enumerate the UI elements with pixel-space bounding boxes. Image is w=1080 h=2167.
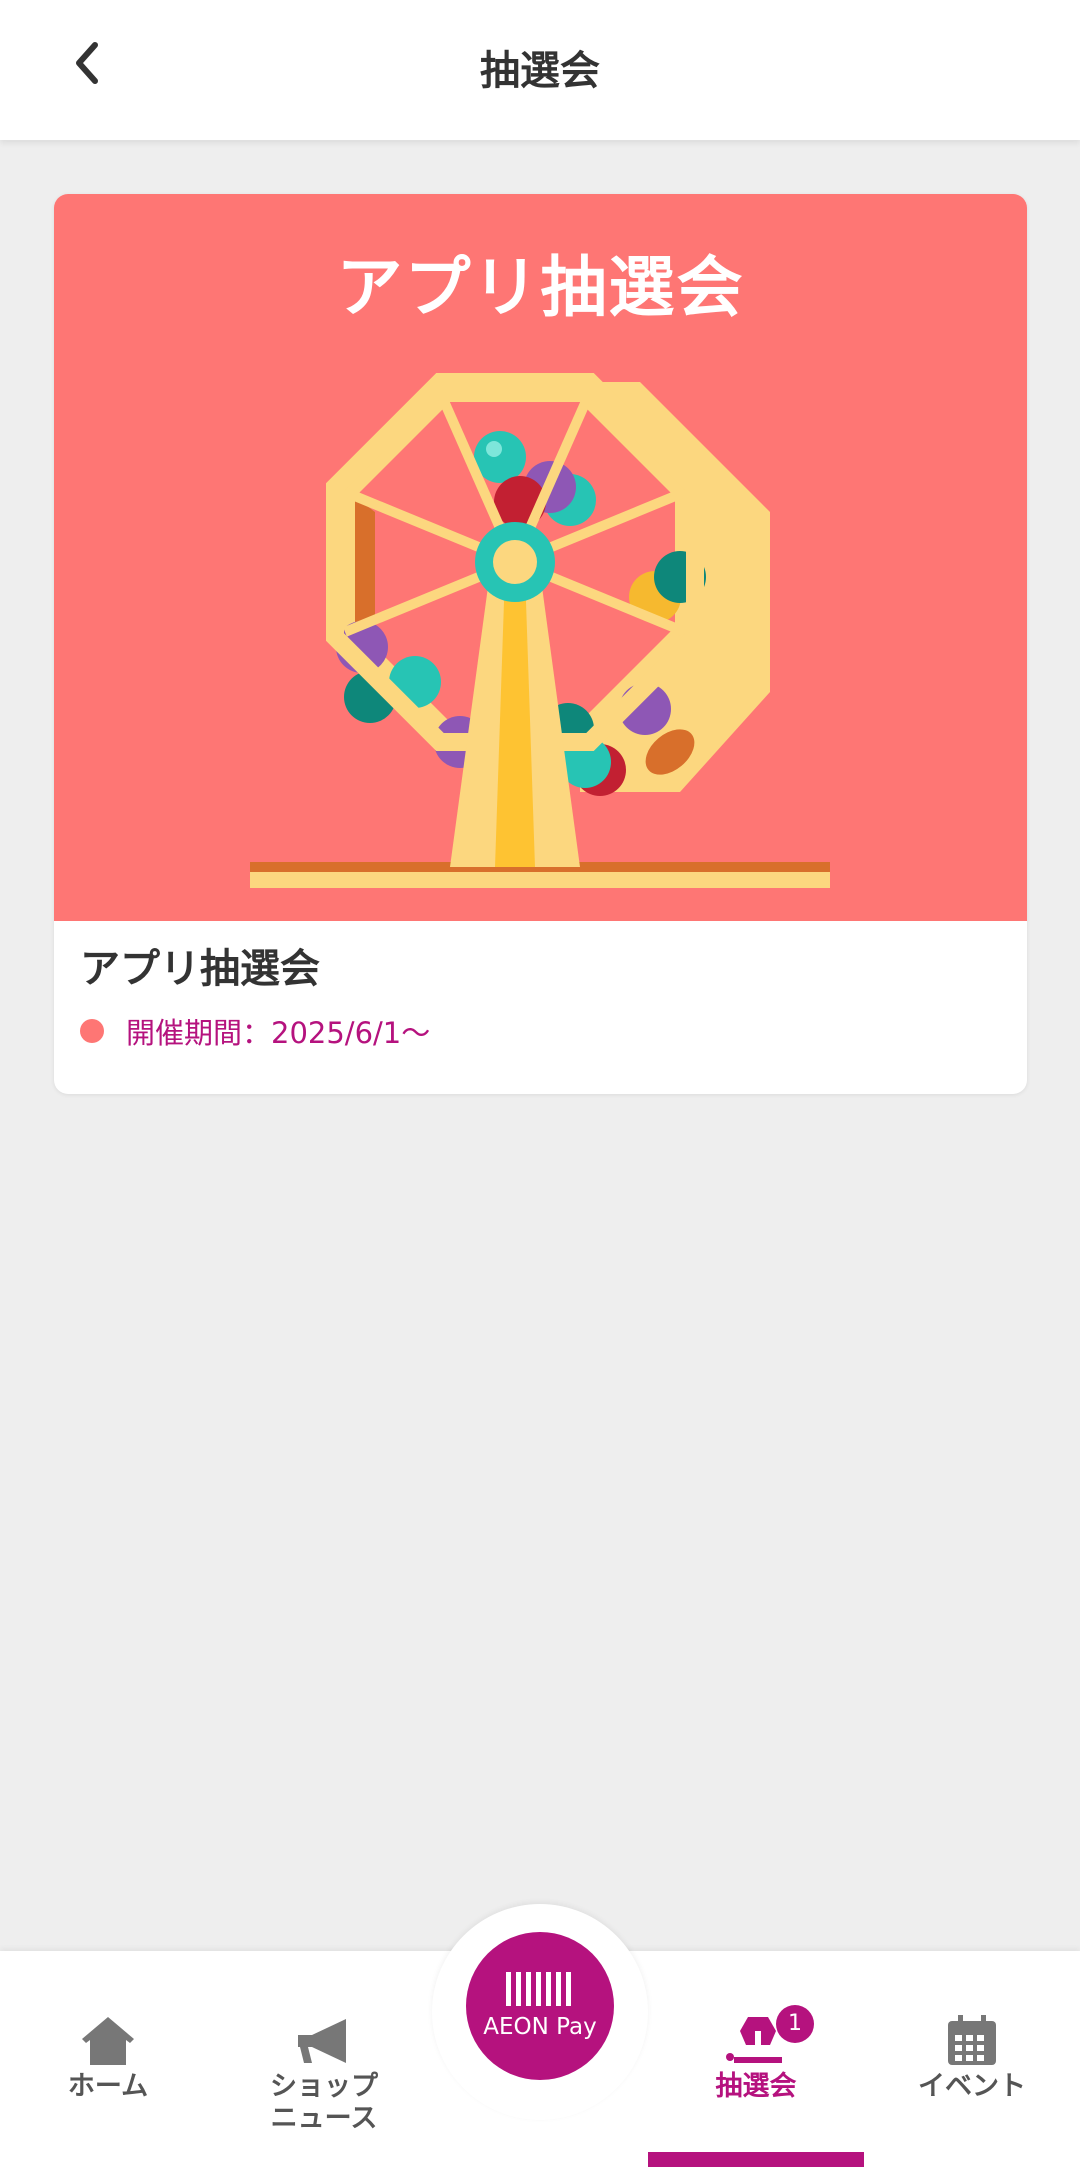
calendar-icon [948,2015,996,2065]
status-dot [80,1019,104,1043]
nav-event[interactable]: イベント [864,2007,1080,2103]
nav-home[interactable]: ホーム [0,2007,216,2103]
lottery-wheel-illustration [250,373,830,888]
notification-badge: 1 [776,2005,814,2043]
lottery-card[interactable]: アプリ抽選会 アプリ抽選会 開催期間：2025/6/1〜 [54,194,1027,1094]
active-tab-indicator [648,2152,864,2167]
nav-shop-news[interactable]: ショップ ニュース [216,2007,432,2135]
nav-lottery[interactable]: 1 抽選会 [648,2005,864,2103]
aeon-pay-label: AEON Pay [483,2014,597,2040]
barcode-icon [506,1972,571,2006]
nav-shop-news-label: ショップ ニュース [270,2071,378,2134]
lottery-period: 開催期間：2025/6/1〜 [80,1010,430,1052]
page-title: 抽選会 [480,48,600,94]
lottery-title: アプリ抽選会 [80,946,320,992]
app-header: 抽選会 [0,0,1080,140]
period-text: 開催期間：2025/6/1〜 [126,1016,431,1050]
aeon-pay-button[interactable]: AEON Pay [466,1932,614,2080]
nav-lottery-label: 抽選会 [715,2071,797,2102]
home-icon [82,2017,134,2065]
megaphone-icon [298,2019,346,2063]
lottery-banner: アプリ抽選会 [54,194,1027,921]
banner-title: アプリ抽選会 [336,249,745,326]
nav-home-label: ホーム [67,2071,149,2102]
nav-event-label: イベント [918,2071,1026,2102]
